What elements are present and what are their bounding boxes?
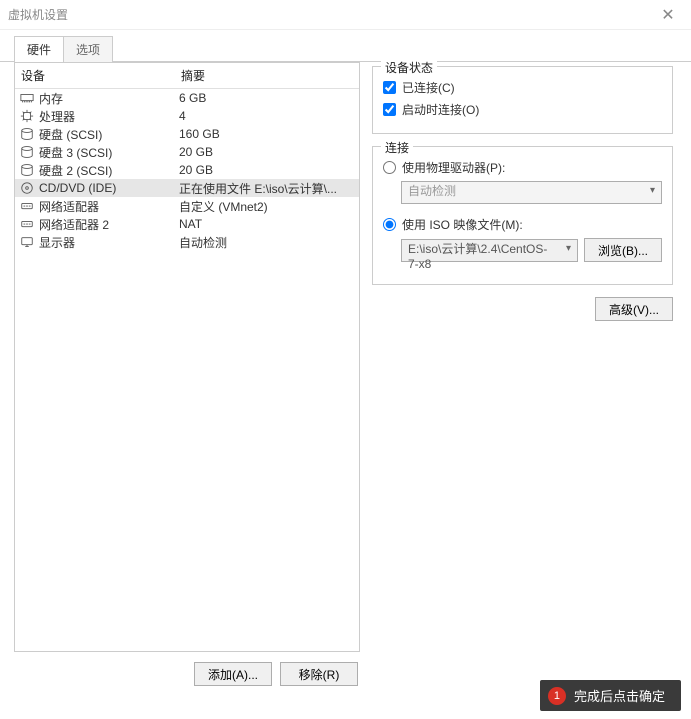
hw-name: CD/DVD (IDE) [39,181,179,195]
hw-name: 硬盘 (SCSI) [39,126,179,143]
advanced-button[interactable]: 高级(V)... [595,297,673,321]
hw-name: 网络适配器 [39,198,179,215]
tab-strip: 硬件 选项 [14,36,691,62]
connect-at-power-label: 启动时连接(O) [402,101,479,118]
hw-name: 网络适配器 2 [39,216,179,233]
hardware-row[interactable]: 内存6 GB [15,89,359,107]
col-device[interactable]: 设备 [15,63,175,88]
use-iso-radio-row[interactable]: 使用 ISO 映像文件(M): [383,214,662,234]
disk-icon [19,126,35,142]
connected-checkbox[interactable] [383,81,396,94]
memory-icon [19,90,35,106]
connect-at-power-checkbox[interactable] [383,103,396,116]
hardware-row[interactable]: 处理器4 [15,107,359,125]
hardware-row[interactable]: 显示器自动检测 [15,233,359,251]
cpu-icon [19,108,35,124]
window-title: 虚拟机设置 [8,6,653,23]
hw-summary: 4 [179,109,355,123]
col-summary[interactable]: 摘要 [175,63,359,88]
hw-summary: NAT [179,217,355,231]
physical-drive-select: 自动检测 [401,181,662,204]
hardware-row[interactable]: 硬盘 3 (SCSI)20 GB [15,143,359,161]
tip-badge: 1 [548,687,566,705]
hw-summary: 自动检测 [179,234,355,251]
hardware-row[interactable]: 硬盘 (SCSI)160 GB [15,125,359,143]
disk-icon [19,162,35,178]
use-iso-label: 使用 ISO 映像文件(M): [402,216,523,233]
close-icon[interactable]: ✕ [653,5,683,25]
connected-label: 已连接(C) [402,79,455,96]
display-icon [19,234,35,250]
tip-text: 完成后点击确定 [574,686,665,705]
tip-banner: 1 完成后点击确定 [540,680,681,711]
hardware-row[interactable]: 网络适配器自定义 (VMnet2) [15,197,359,215]
device-status-group: 设备状态 已连接(C) 启动时连接(O) [372,66,673,134]
browse-button[interactable]: 浏览(B)... [584,238,662,262]
hw-summary: 自定义 (VMnet2) [179,198,355,215]
hw-name: 硬盘 2 (SCSI) [39,162,179,179]
net-icon [19,216,35,232]
hw-name: 显示器 [39,234,179,251]
hw-summary: 20 GB [179,163,355,177]
hw-summary: 20 GB [179,145,355,159]
connected-checkbox-row[interactable]: 已连接(C) [383,77,662,97]
disk-icon [19,144,35,160]
hw-summary: 160 GB [179,127,355,141]
use-iso-radio[interactable] [383,218,396,231]
connect-at-power-row[interactable]: 启动时连接(O) [383,99,662,119]
add-button[interactable]: 添加(A)... [194,662,272,686]
hw-name: 内存 [39,90,179,107]
connection-legend: 连接 [381,139,413,156]
hardware-row[interactable]: CD/DVD (IDE)正在使用文件 E:\iso\云计算\... [15,179,359,197]
use-physical-label: 使用物理驱动器(P): [402,159,505,176]
hardware-list: 设备 摘要 内存6 GB处理器4硬盘 (SCSI)160 GB硬盘 3 (SCS… [14,62,360,652]
remove-button[interactable]: 移除(R) [280,662,358,686]
titlebar: 虚拟机设置 ✕ [0,0,691,30]
use-physical-radio-row[interactable]: 使用物理驱动器(P): [383,157,662,177]
iso-path-select[interactable]: E:\iso\云计算\2.4\CentOS-7-x8 [401,239,578,262]
tab-options[interactable]: 选项 [63,36,113,62]
hardware-row[interactable]: 网络适配器 2NAT [15,215,359,233]
hw-summary: 6 GB [179,91,355,105]
connection-group: 连接 使用物理驱动器(P): 自动检测 使用 ISO 映像文件(M): E:\i… [372,146,673,285]
net-icon [19,198,35,214]
cd-icon [19,180,35,196]
tab-hardware[interactable]: 硬件 [14,36,64,62]
hw-name: 硬盘 3 (SCSI) [39,144,179,161]
use-physical-radio[interactable] [383,161,396,174]
device-status-legend: 设备状态 [381,59,437,76]
hw-name: 处理器 [39,108,179,125]
hardware-row[interactable]: 硬盘 2 (SCSI)20 GB [15,161,359,179]
hw-summary: 正在使用文件 E:\iso\云计算\... [179,180,355,197]
hardware-list-header: 设备 摘要 [15,63,359,89]
